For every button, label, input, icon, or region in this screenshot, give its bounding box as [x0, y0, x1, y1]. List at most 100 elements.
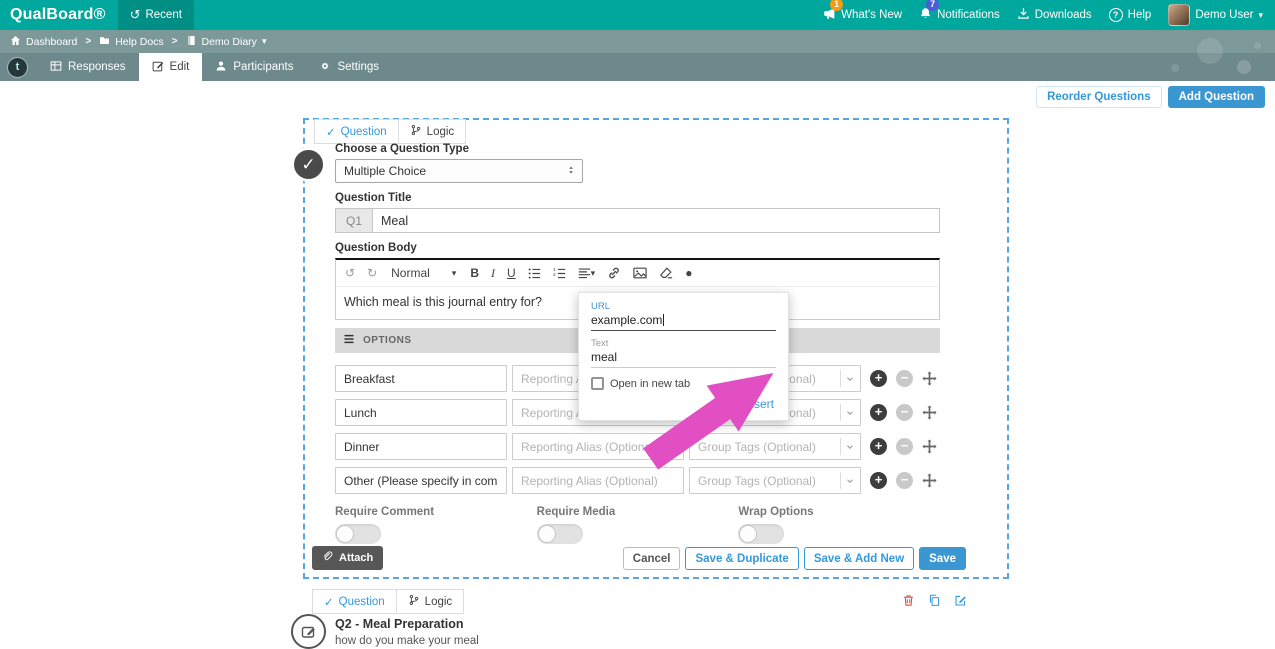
tab-participants[interactable]: Participants — [202, 53, 306, 81]
underline-button[interactable]: U — [507, 267, 516, 279]
toggle-knob — [336, 525, 354, 543]
insert-link-button[interactable]: Insert — [591, 395, 776, 411]
require-comment-label: Require Comment — [335, 506, 435, 518]
editor-tab-question[interactable]: ✓ Question — [314, 119, 399, 144]
numbered-list-button[interactable]: 12 — [553, 267, 566, 280]
breadcrumb-separator: > — [171, 36, 178, 47]
text-input[interactable]: meal — [591, 349, 776, 368]
undo-button[interactable]: ↺ — [345, 267, 355, 279]
option-value-input[interactable] — [335, 399, 507, 426]
breadcrumb-help-docs[interactable]: Help Docs — [99, 35, 164, 49]
tab-participants-label: Participants — [233, 61, 294, 73]
add-option-button[interactable]: + — [870, 472, 887, 489]
help-button[interactable]: ? Help — [1108, 8, 1151, 22]
project-avatar[interactable]: t — [7, 56, 28, 78]
tab-responses[interactable]: Responses — [37, 53, 139, 81]
option-tags-select[interactable]: Group Tags (Optional) — [689, 433, 861, 460]
delete-question-button[interactable] — [902, 594, 915, 607]
chevron-down-icon — [847, 478, 853, 483]
diary-icon — [186, 35, 197, 49]
text-cursor — [663, 314, 665, 326]
gear-icon — [319, 60, 331, 75]
option-alias-input[interactable] — [512, 433, 684, 460]
toggle-group: Require Media — [536, 506, 739, 544]
wrap-options-label: Wrap Options — [738, 506, 814, 518]
remove-option-button[interactable]: − — [896, 472, 913, 489]
open-new-tab-checkbox[interactable] — [591, 377, 604, 390]
wrap-options-toggle[interactable] — [738, 524, 785, 544]
chevron-down-icon — [847, 444, 853, 449]
text-value: meal — [591, 350, 618, 364]
breadcrumb-demo-diary-label: Demo Diary — [201, 35, 257, 48]
image-button[interactable] — [633, 266, 647, 280]
option-alias-input[interactable] — [512, 467, 684, 494]
cancel-button[interactable]: Cancel — [622, 547, 681, 570]
qualboard-logo[interactable]: QualBoard® — [0, 6, 118, 24]
question-type-select[interactable]: Multiple Choice — [335, 159, 583, 183]
breadcrumb-separator: > — [85, 36, 92, 47]
clear-format-button[interactable] — [659, 266, 673, 280]
add-option-button[interactable]: + — [870, 404, 887, 421]
italic-button[interactable]: I — [491, 267, 495, 279]
remove-option-button[interactable]: − — [896, 370, 913, 387]
add-option-button[interactable]: + — [870, 438, 887, 455]
save-add-new-button[interactable]: Save & Add New — [803, 547, 915, 570]
reorder-questions-button[interactable]: Reorder Questions — [1036, 86, 1162, 108]
question2-tab-question[interactable]: ✓ Question — [312, 589, 397, 614]
url-input[interactable]: example.com — [591, 312, 776, 331]
user-avatar — [1168, 4, 1191, 26]
bold-button[interactable]: B — [470, 267, 479, 279]
tab-edit[interactable]: Edit — [138, 53, 203, 81]
topbar-right-group: 1 What's New 7 Notifications Downloads ?… — [823, 0, 1275, 26]
require-comment-toggle[interactable] — [335, 524, 381, 544]
notifications-button[interactable]: 7 Notifications — [919, 0, 1000, 23]
move-option-handle[interactable] — [922, 405, 937, 420]
format-select[interactable]: Normal ▾ — [389, 266, 458, 280]
redo-button[interactable]: ↻ — [367, 267, 377, 279]
question-title-input[interactable] — [372, 208, 940, 233]
question2-tab-logic[interactable]: Logic — [396, 589, 465, 614]
attach-button[interactable]: Attach — [312, 546, 384, 570]
attach-label: Attach — [339, 552, 374, 564]
tab-settings[interactable]: Settings — [306, 53, 392, 81]
recent-button[interactable]: ↺ Recent — [117, 0, 194, 30]
copy-question-button[interactable] — [928, 594, 941, 607]
special-char-button[interactable]: ● — [685, 267, 692, 279]
svg-text:2: 2 — [553, 271, 556, 277]
user-menu[interactable]: Demo User ▾ — [1168, 4, 1263, 26]
option-value-input[interactable] — [335, 365, 507, 392]
divider — [840, 472, 841, 489]
toggle-knob — [739, 525, 758, 543]
breadcrumb-dashboard[interactable]: Dashboard — [10, 35, 77, 49]
add-question-button[interactable]: Add Question — [1167, 86, 1265, 108]
downloads-button[interactable]: Downloads — [1017, 7, 1092, 23]
edit-question-button[interactable] — [954, 594, 967, 607]
move-option-handle[interactable] — [922, 473, 937, 488]
question-title-label: Question Title — [335, 192, 412, 204]
link-button[interactable] — [607, 266, 621, 280]
save-button[interactable]: Save — [919, 547, 966, 570]
chevron-down-icon: ▾ — [451, 267, 457, 278]
remove-option-button[interactable]: − — [896, 404, 913, 421]
require-media-toggle[interactable] — [536, 524, 583, 544]
move-option-handle[interactable] — [922, 439, 937, 454]
option-value-input[interactable] — [335, 433, 507, 460]
chevron-down-icon: ▾ — [261, 36, 267, 46]
bullet-list-button[interactable] — [528, 267, 541, 280]
breadcrumb-demo-diary[interactable]: Demo Diary ▾ — [186, 35, 267, 49]
save-duplicate-button[interactable]: Save & Duplicate — [685, 547, 799, 570]
whats-new-label: What's New — [841, 9, 903, 21]
remove-option-button[interactable]: − — [896, 438, 913, 455]
editor-tab-logic[interactable]: Logic — [398, 119, 467, 144]
branch-icon — [408, 594, 420, 609]
whats-new-button[interactable]: 1 What's New — [823, 0, 903, 23]
align-button[interactable]: ▾ — [578, 267, 595, 280]
person-icon — [215, 60, 227, 75]
list-icon — [343, 333, 355, 348]
add-option-button[interactable]: + — [870, 370, 887, 387]
toggle-group: Require Comment — [335, 506, 537, 544]
top-navbar: QualBoard® ↺ Recent 1 What's New 7 Notif… — [0, 0, 1275, 30]
option-tags-select[interactable]: Group Tags (Optional) — [689, 467, 861, 494]
move-option-handle[interactable] — [922, 371, 937, 386]
option-value-input[interactable] — [335, 467, 507, 494]
